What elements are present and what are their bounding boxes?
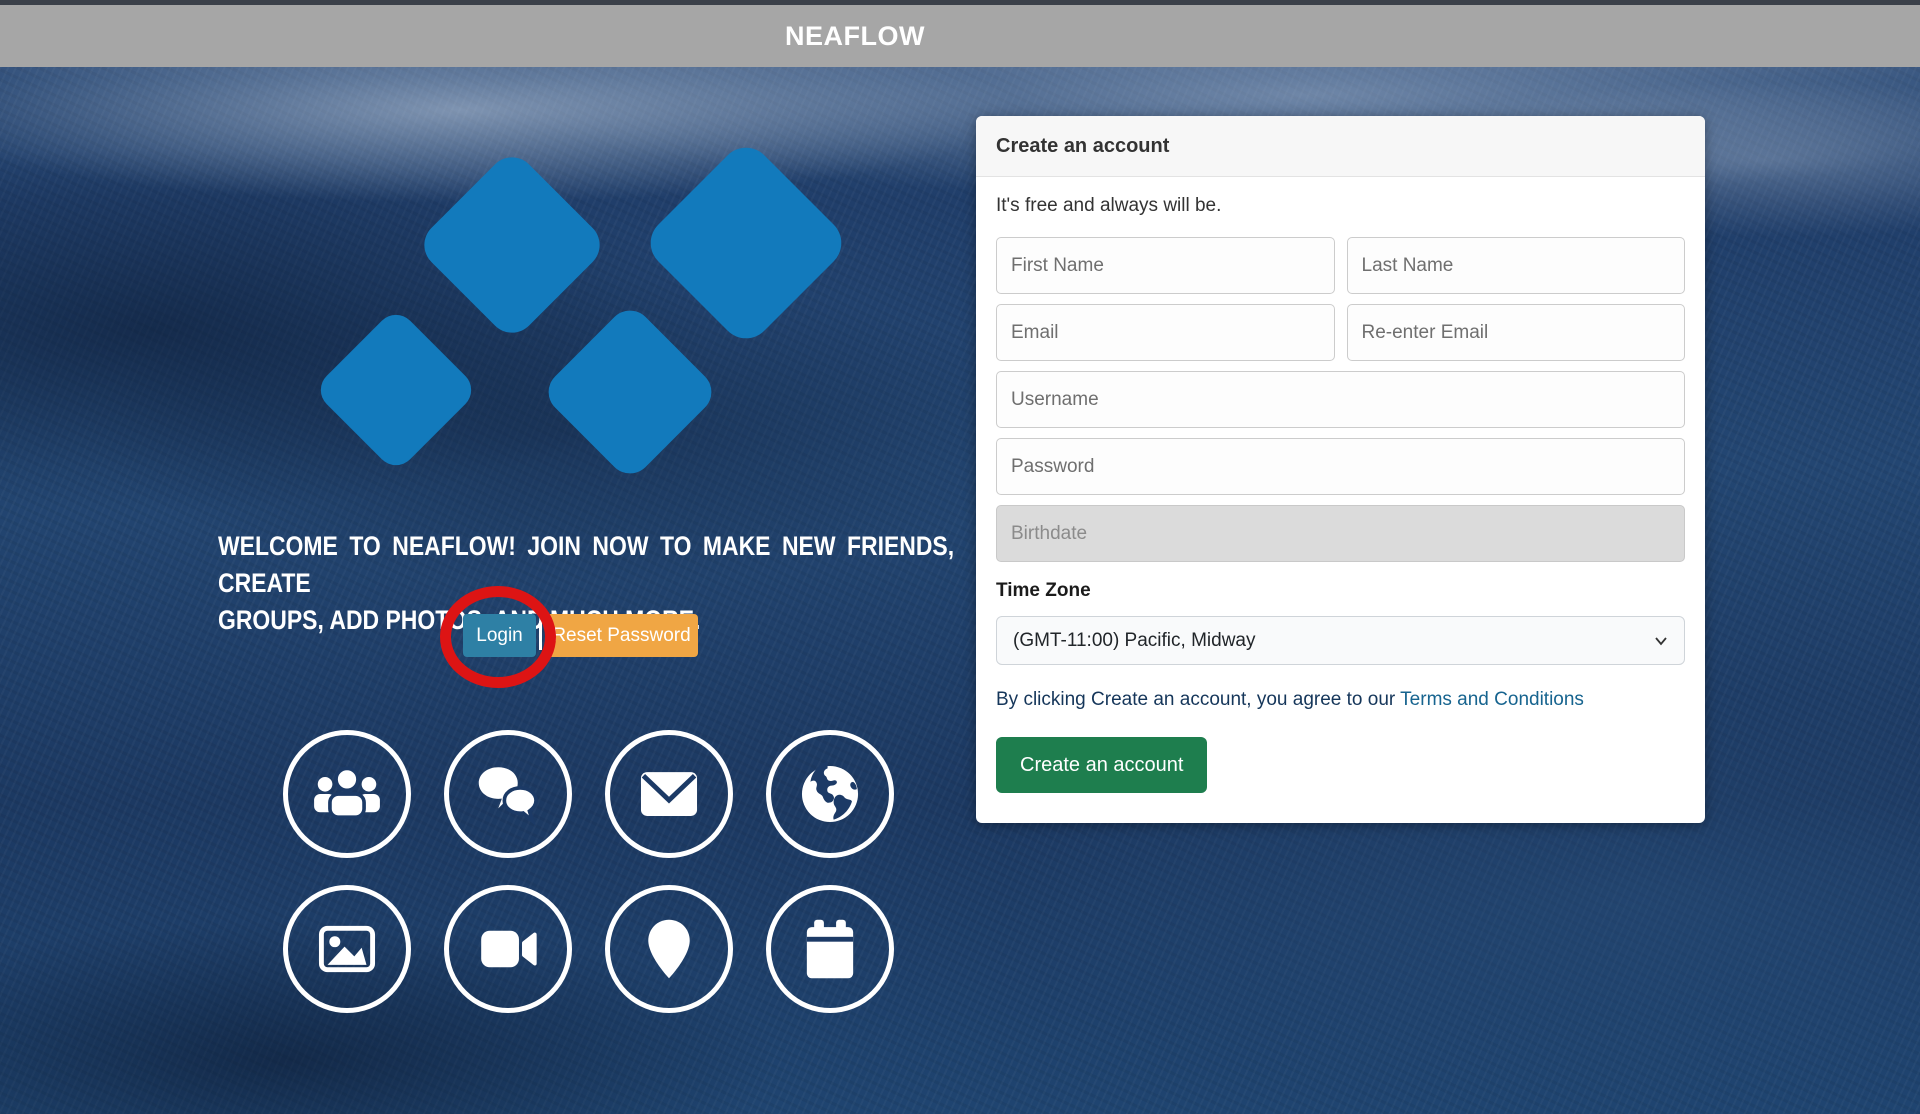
feature-circle-video (444, 885, 572, 1013)
last-name-field[interactable] (1347, 237, 1686, 294)
timezone-label: Time Zone (996, 580, 1685, 602)
birthdate-field[interactable] (996, 505, 1685, 562)
reenter-email-field[interactable] (1347, 304, 1686, 361)
reset-password-button[interactable]: Reset Password (545, 614, 698, 657)
globe-icon (791, 755, 869, 833)
feature-circle-photo (283, 885, 411, 1013)
feature-circle-mail (605, 730, 733, 858)
neaflow-logo (280, 140, 880, 490)
feature-circle-globe (766, 730, 894, 858)
mail-icon (630, 755, 708, 833)
photo-icon (308, 910, 386, 988)
video-icon (469, 910, 547, 988)
first-name-field[interactable] (996, 237, 1335, 294)
feature-circle-calendar (766, 885, 894, 1013)
feature-circle-chat (444, 730, 572, 858)
logo-diamond (313, 307, 480, 474)
landing-page: NEAFLOW WELCOME TO NEAFLOW! JOIN NOW TO … (0, 0, 1920, 1114)
password-field[interactable] (996, 438, 1685, 495)
terms-prefix: By clicking Create an account, you agree… (996, 689, 1400, 710)
signup-card: Create an account It's free and always w… (976, 116, 1705, 823)
logo-diamond (539, 301, 720, 482)
logo-diamond (640, 137, 852, 349)
users-icon (308, 755, 386, 833)
feature-circle-users (283, 730, 411, 858)
email-field[interactable] (996, 304, 1335, 361)
signup-card-title: Create an account (976, 116, 1705, 177)
feature-circle-location (605, 885, 733, 1013)
header-bar: NEAFLOW (0, 5, 1920, 67)
button-divider (539, 621, 542, 650)
location-icon (630, 910, 708, 988)
welcome-line-1: WELCOME TO NEAFLOW! JOIN NOW TO MAKE NEW… (218, 528, 954, 602)
login-button[interactable]: Login (463, 614, 536, 657)
signup-subtitle: It's free and always will be. (996, 195, 1685, 217)
create-account-button[interactable]: Create an account (996, 737, 1207, 793)
site-title: NEAFLOW (0, 5, 1710, 67)
chat-icon (469, 755, 547, 833)
timezone-select[interactable]: (GMT-11:00) Pacific, Midway (996, 616, 1685, 665)
username-field[interactable] (996, 371, 1685, 428)
logo-diamond (414, 147, 609, 342)
calendar-icon (791, 910, 869, 988)
terms-link[interactable]: Terms and Conditions (1400, 689, 1584, 710)
terms-text: By clicking Create an account, you agree… (996, 689, 1685, 711)
